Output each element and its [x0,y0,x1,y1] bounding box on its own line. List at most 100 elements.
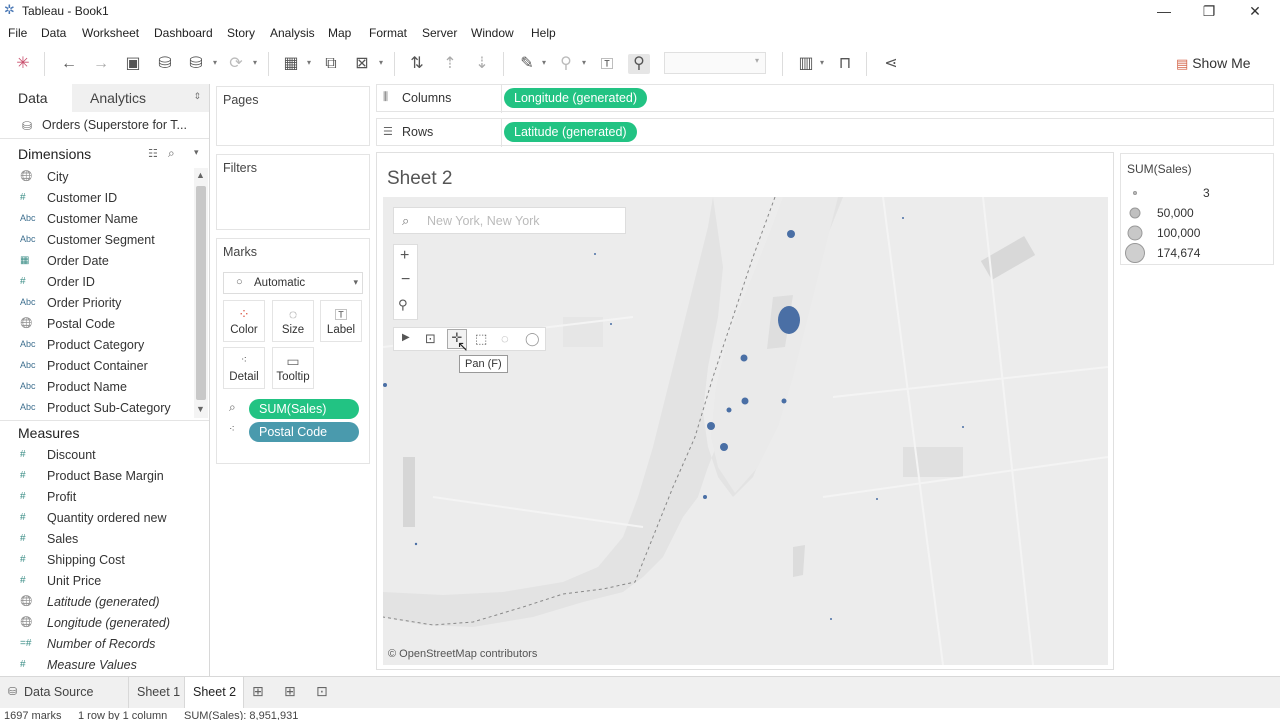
menu-help[interactable]: Help [531,26,556,40]
group-members-icon[interactable]: ⚲ [555,54,577,74]
field-item[interactable]: =# Number of Records [0,634,196,655]
restore-icon[interactable]: ❐ [1194,2,1224,20]
scrollbar-track[interactable]: ▲ ▼ [194,168,208,418]
minimize-icon[interactable]: — [1149,2,1179,20]
field-item[interactable]: # Order ID [0,272,196,293]
field-item[interactable]: Abc Product Container [0,356,196,377]
new-dashboard-icon[interactable]: ⊞ [284,683,296,700]
menu-window[interactable]: Window [471,26,514,40]
mark-type-dropdown[interactable]: ○ Automatic ▾ [223,272,363,294]
field-item[interactable]: # Discount [0,445,196,466]
datasource-name[interactable]: Orders (Superstore for T... [42,118,187,132]
pause-updates-icon[interactable]: ⛁ [185,54,207,74]
zoom-in-icon[interactable]: + [400,247,409,265]
show-mark-labels-icon[interactable]: 🅃 [596,54,618,74]
field-item[interactable]: Abc Order Priority [0,293,196,314]
chevron-down-icon[interactable]: ▾ [194,147,199,158]
field-item[interactable]: # Unit Price [0,571,196,592]
new-data-source-icon[interactable]: ⛁ [154,54,176,74]
menu-file[interactable]: File [8,26,27,40]
chevron-down-icon[interactable]: ▾ [582,58,586,67]
field-item[interactable]: Abc Product Category [0,335,196,356]
show-me-button[interactable]: ▤ Show Me [1176,55,1251,72]
fix-axes-icon[interactable]: ⚲ [628,54,650,74]
menu-format[interactable]: Format [369,26,407,40]
field-item[interactable]: # Profit [0,487,196,508]
field-item[interactable]: Abc Product Sub-Category [0,398,196,419]
field-item[interactable]: # Sales [0,529,196,550]
menu-analysis[interactable]: Analysis [270,26,315,40]
field-item[interactable]: Abc Product Name [0,377,196,398]
rectangle-select-icon[interactable]: ⬚ [475,331,487,347]
chevron-down-icon[interactable]: ▾ [253,58,257,67]
field-item[interactable]: 🌐 Latitude (generated) [0,592,196,613]
new-story-icon[interactable]: ⊡ [316,683,328,700]
fit-icon[interactable]: ▥ [795,54,817,74]
columns-pill-longitude[interactable]: Longitude (generated) [504,88,648,108]
menu-dashboard[interactable]: Dashboard [154,26,213,40]
field-item[interactable]: # Product Base Margin [0,466,196,487]
menu-server[interactable]: Server [422,26,457,40]
chevron-down-icon[interactable]: ▾ [542,58,546,67]
filters-card[interactable]: Filters [216,154,370,230]
size-button[interactable]: ◌ Size [272,300,314,342]
new-worksheet-icon[interactable]: ⊞ [252,683,264,700]
field-item[interactable]: ▦ Order Date [0,251,196,272]
reset-map-icon[interactable]: ⚲ [398,297,408,313]
map-search-field[interactable]: ⌕ New York, New York [393,207,626,234]
save-icon[interactable]: ▣ [122,54,144,74]
rows-pill-latitude[interactable]: Latitude (generated) [504,122,637,142]
size-legend[interactable]: SUM(Sales) 3 50,000 100,000 174,674 [1120,153,1274,265]
tab-sheet-1[interactable]: Sheet 1 [137,685,180,699]
menu-story[interactable]: Story [227,26,255,40]
close-icon[interactable]: ✕ [1240,2,1270,20]
field-item[interactable]: 🌐 Longitude (generated) [0,613,196,634]
refresh-icon[interactable]: ⟳ [225,54,247,74]
zoom-area-icon[interactable]: ⊡ [425,331,436,347]
lasso-select-icon[interactable]: ◯ [525,331,540,347]
scroll-up-icon[interactable]: ▲ [196,170,205,180]
tab-analytics[interactable]: Analytics ⇕ [72,84,209,112]
expand-tools-icon[interactable]: ▶ [402,332,410,343]
highlight-icon[interactable]: ✎ [516,54,538,74]
field-item[interactable]: Abc Customer Segment [0,230,196,251]
clear-sheet-icon[interactable]: ⊠ [351,54,373,74]
tab-data-source[interactable]: Data Source [24,685,93,699]
map-attribution[interactable]: © OpenStreetMap contributors [388,648,537,660]
fit-dropdown[interactable]: ▾ [664,52,766,74]
chevron-down-icon[interactable]: ▾ [379,58,383,67]
chevron-down-icon[interactable]: ▾ [307,58,311,67]
tab-sheet-2[interactable]: Sheet 2 [184,677,244,709]
tableau-home-icon[interactable]: ✳ [12,54,34,74]
chevron-down-icon[interactable]: ▾ [820,58,824,67]
search-icon[interactable]: ⌕ [168,146,175,161]
duplicate-sheet-icon[interactable]: ⧉ [320,54,342,74]
menu-worksheet[interactable]: Worksheet [82,26,139,40]
mark-pill-postal-code[interactable]: Postal Code [249,422,359,442]
redo-icon[interactable]: → [90,54,112,74]
field-item[interactable]: # Measure Values [0,655,196,676]
sort-descending-icon[interactable]: ⇣ [471,54,493,74]
share-icon[interactable]: ⋖ [880,54,902,74]
sheet-title[interactable]: Sheet 2 [387,168,453,190]
detail-button[interactable]: ⁖ Detail [223,347,265,389]
map-view[interactable]: ⌕ New York, New York + − ⚲ ▶ ⊡ ✛ ⬚ ◌ ◯ ↖… [383,197,1108,665]
field-item[interactable]: 🌐 Postal Code [0,314,196,335]
scroll-down-icon[interactable]: ▼ [196,404,205,414]
tab-data[interactable]: Data [0,84,72,112]
tooltip-button[interactable]: ▭ Tooltip [272,347,314,389]
color-button[interactable]: ⁘ Color [223,300,265,342]
field-item[interactable]: 🌐 City [0,167,196,188]
undo-icon[interactable]: ← [58,54,80,74]
mark-pill-sum-sales[interactable]: SUM(Sales) [249,399,359,419]
swap-rows-columns-icon[interactable]: ⇅ [406,54,428,74]
field-item[interactable]: # Quantity ordered new [0,508,196,529]
field-item[interactable]: Abc Customer Name [0,209,196,230]
sort-ascending-icon[interactable]: ⇡ [439,54,461,74]
radial-select-icon[interactable]: ◌ [501,331,509,346]
label-button[interactable]: 🅃 Label [320,300,362,342]
presentation-mode-icon[interactable]: ⊓ [834,54,856,74]
field-item[interactable]: # Shipping Cost [0,550,196,571]
menu-map[interactable]: Map [328,26,351,40]
view-list-icon[interactable]: ☷ [148,147,158,160]
